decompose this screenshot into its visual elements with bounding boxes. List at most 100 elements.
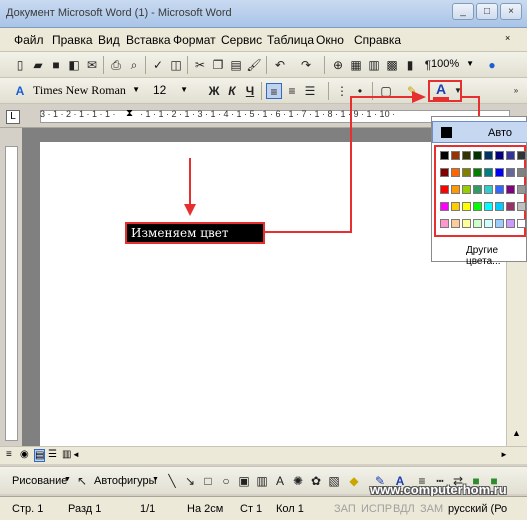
color-swatch[interactable]	[506, 185, 515, 194]
menu-help[interactable]: Справка	[354, 33, 401, 47]
permission-icon[interactable]: ◧	[66, 57, 82, 73]
close-button[interactable]: ×	[500, 3, 522, 20]
color-swatch[interactable]	[440, 185, 449, 194]
open-folder-icon[interactable]: ▰	[30, 57, 46, 73]
menu-tools[interactable]: Сервис	[221, 33, 262, 47]
cut-icon[interactable]: ✂	[192, 57, 208, 73]
email-icon[interactable]: ✉	[84, 57, 100, 73]
color-swatch[interactable]	[484, 202, 493, 211]
status-track-changes[interactable]: ИСПР	[361, 503, 392, 515]
reading-view-icon[interactable]: ▥	[62, 449, 71, 460]
insert-excel-icon[interactable]: ▩	[384, 57, 400, 73]
color-swatch[interactable]	[484, 168, 493, 177]
align-left-icon[interactable]: ≡	[266, 83, 282, 99]
print-layout-icon[interactable]: ▤	[34, 449, 46, 462]
research-icon[interactable]: ◫	[168, 57, 184, 73]
scroll-left-icon[interactable]: ◄	[72, 450, 80, 459]
tab-selector-icon[interactable]: L	[6, 110, 20, 124]
insert-picture-icon[interactable]: ▧	[326, 473, 342, 489]
textbox-icon[interactable]: ▣	[236, 473, 252, 489]
color-swatch[interactable]	[484, 151, 493, 160]
normal-view-icon[interactable]: ≡	[6, 449, 12, 460]
minimize-button[interactable]: _	[452, 3, 474, 20]
paste-icon[interactable]: ▤	[228, 57, 244, 73]
rectangle-icon[interactable]: □	[200, 473, 216, 489]
fill-color-icon[interactable]: ◆	[346, 473, 362, 489]
color-swatch[interactable]	[440, 219, 449, 228]
color-swatch[interactable]	[517, 151, 526, 160]
color-swatch[interactable]	[495, 151, 504, 160]
help-icon[interactable]: ●	[484, 57, 500, 73]
color-swatch[interactable]	[473, 202, 482, 211]
line-spacing-icon[interactable]: ☰	[302, 83, 318, 99]
toolbar-options-icon[interactable]: »	[508, 83, 524, 99]
color-swatch[interactable]	[473, 185, 482, 194]
color-swatch[interactable]	[495, 168, 504, 177]
underline-button[interactable]: Ч	[242, 83, 258, 99]
zoom-combo[interactable]: 100% ▼	[428, 56, 476, 74]
font-name-combo[interactable]: Times New Roman ▼	[30, 82, 142, 100]
save-icon[interactable]: ■	[48, 57, 64, 73]
copy-icon[interactable]: ❐	[210, 57, 226, 73]
columns-icon[interactable]: ▮	[402, 57, 418, 73]
numbering-icon[interactable]: ⋮	[334, 83, 350, 99]
color-swatch[interactable]	[517, 202, 526, 211]
new-document-icon[interactable]: ▯	[12, 57, 28, 73]
menu-file[interactable]: Файл	[14, 33, 44, 47]
color-swatch[interactable]	[473, 168, 482, 177]
color-swatch[interactable]	[462, 185, 471, 194]
font-size-combo[interactable]: 12 ▼	[150, 82, 190, 100]
align-center-icon[interactable]: ≡	[284, 83, 300, 99]
bold-button[interactable]: Ж	[206, 83, 222, 99]
menu-format[interactable]: Формат	[173, 33, 216, 47]
print-icon[interactable]: ⎙	[108, 57, 124, 73]
clipart-icon[interactable]: ✿	[308, 473, 324, 489]
color-swatch[interactable]	[484, 219, 493, 228]
color-swatch[interactable]	[451, 151, 460, 160]
print-preview-icon[interactable]: ⌕	[126, 57, 142, 73]
color-swatch[interactable]	[517, 168, 526, 177]
menu-edit[interactable]: Правка	[52, 33, 93, 47]
redo-icon[interactable]: ↷	[298, 57, 314, 73]
menu-insert[interactable]: Вставка	[126, 33, 171, 47]
color-swatch[interactable]	[495, 219, 504, 228]
color-swatch[interactable]	[517, 185, 526, 194]
menu-view[interactable]: Вид	[98, 33, 120, 47]
color-swatch[interactable]	[495, 185, 504, 194]
menu-window[interactable]: Окно	[316, 33, 344, 47]
select-objects-icon[interactable]: ↖	[74, 473, 90, 489]
vertical-textbox-icon[interactable]: ▥	[254, 473, 270, 489]
color-swatch[interactable]	[451, 185, 460, 194]
auto-color-option[interactable]: Авто	[432, 121, 527, 143]
menu-table[interactable]: Таблица	[267, 33, 314, 47]
color-swatch[interactable]	[451, 202, 460, 211]
color-swatch[interactable]	[506, 168, 515, 177]
color-swatch[interactable]	[462, 151, 471, 160]
color-swatch[interactable]	[462, 202, 471, 211]
color-swatch[interactable]	[451, 168, 460, 177]
format-painter-icon[interactable]: 🖌	[246, 57, 262, 73]
draw-menu-button[interactable]: Рисование	[12, 475, 67, 487]
color-swatch[interactable]	[462, 219, 471, 228]
color-swatch[interactable]	[517, 219, 526, 228]
color-swatch[interactable]	[440, 151, 449, 160]
undo-icon[interactable]: ↶	[272, 57, 288, 73]
hyperlink-icon[interactable]: ⊕	[330, 57, 346, 73]
more-colors-link[interactable]: Другие цвета...	[466, 245, 526, 267]
italic-button[interactable]: К	[224, 83, 240, 99]
diagram-icon[interactable]: ✺	[290, 473, 306, 489]
insert-table-icon[interactable]: ▥	[366, 57, 382, 73]
scroll-right-icon[interactable]: ►	[500, 450, 508, 459]
menu-close-icon[interactable]: ×	[505, 33, 510, 43]
color-swatch[interactable]	[495, 202, 504, 211]
prev-page-icon[interactable]: ▲	[512, 428, 521, 438]
arrow-icon[interactable]: ↘	[182, 473, 198, 489]
indent-marker-icon[interactable]: ⧗	[126, 108, 133, 119]
outline-view-icon[interactable]: ☰	[48, 449, 57, 460]
maximize-button[interactable]: □	[476, 3, 498, 20]
color-swatch[interactable]	[473, 151, 482, 160]
color-swatch[interactable]	[484, 185, 493, 194]
color-swatch[interactable]	[462, 168, 471, 177]
autoshapes-button[interactable]: Автофигуры	[94, 475, 157, 487]
color-swatch[interactable]	[440, 202, 449, 211]
